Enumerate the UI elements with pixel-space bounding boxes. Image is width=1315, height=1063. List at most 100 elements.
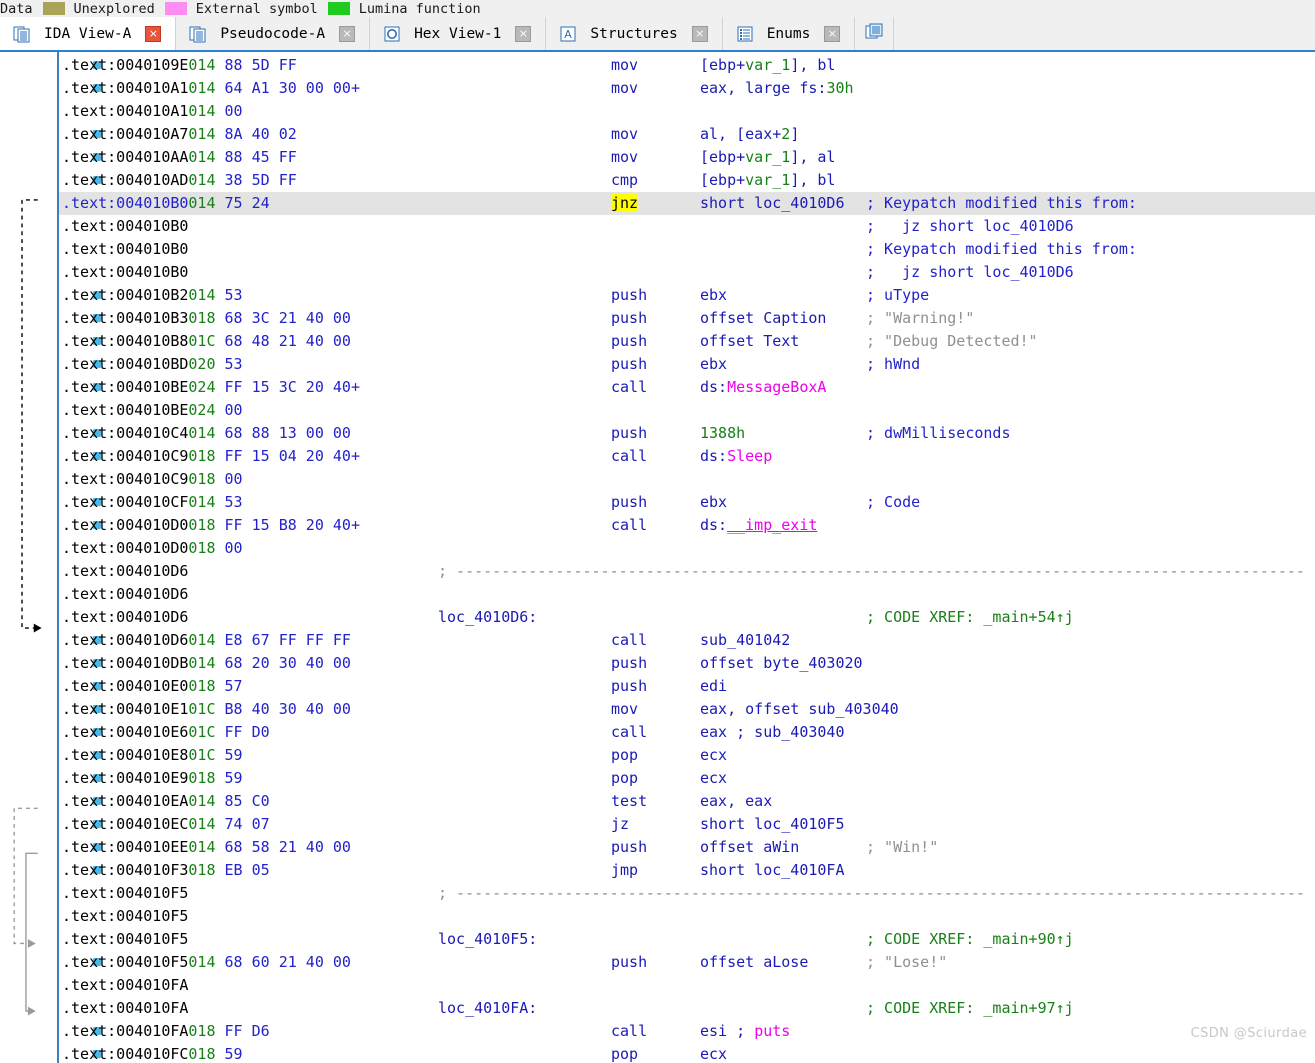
line-operands: ecx	[700, 769, 728, 787]
disassembly-line[interactable]: .text:004010E1 01C B8 40 30 40 00 mov eax, o…	[59, 698, 1315, 721]
line-stack-depth: 01C	[188, 746, 216, 764]
disassembly-line[interactable]: .text:004010BE 024 FF 15 3C 20 40+ call ds:M…	[59, 376, 1315, 399]
tab-structures[interactable]: A Structures ×	[546, 17, 723, 50]
disassembly-line[interactable]: .text:004010B0 ; Keypatch modified this f…	[59, 238, 1315, 261]
line-stack-depth: 018	[188, 1022, 216, 1040]
line-mnemonic: jnz	[611, 194, 639, 212]
line-operands: short loc_4010FA	[700, 861, 845, 879]
line-operands: ebx	[700, 493, 728, 511]
line-mnemonic: push	[611, 654, 648, 672]
tab-enums[interactable]: Enums ×	[722, 17, 856, 50]
close-icon[interactable]: ×	[691, 25, 708, 42]
disassembly-line[interactable]: .text:004010E6 01C FF D0 call eax ; sub_4030…	[59, 721, 1315, 744]
document-pages-icon	[12, 24, 32, 44]
disassembly-line[interactable]: .text:004010EA 014 85 C0 test eax, eax	[59, 790, 1315, 813]
disassembly-line[interactable]: .text:0040109E 014 88 5D FF mov [ebp+var_1],…	[59, 54, 1315, 77]
disassembly-line[interactable]: .text:004010A1 014 00	[59, 100, 1315, 123]
line-address: .text:004010D6	[62, 562, 189, 580]
disassembly-line[interactable]: .text:004010B0 ; jz short loc_4010D6	[59, 215, 1315, 238]
disassembly-line[interactable]: .text:004010BD 020 53 push ebx ; hWnd	[59, 353, 1315, 376]
line-address: .text:004010D6	[62, 585, 189, 603]
disassembly-line[interactable]: .text:004010D6 loc_4010D6: ; CODE XREF: _m…	[59, 606, 1315, 629]
tab-overflow-button[interactable]	[855, 17, 895, 50]
disassembly-line[interactable]: .text:004010E8 01C 59 pop ecx	[59, 744, 1315, 767]
line-stack-depth: 01C	[188, 723, 216, 741]
line-stack-depth: 024	[188, 401, 216, 419]
tab-ida-view-a[interactable]: IDA View-A ×	[0, 17, 177, 50]
line-address: .text:004010E9	[62, 769, 189, 787]
line-address: .text:004010AA	[62, 148, 189, 166]
line-hex-bytes: 59	[224, 769, 243, 787]
disassembly-line[interactable]: .text:004010FA loc_4010FA: ; CODE XREF: _m…	[59, 997, 1315, 1020]
close-icon[interactable]: ×	[824, 25, 841, 42]
disassembly-line[interactable]: .text:004010F5 ; ------------------------…	[59, 882, 1315, 905]
breakpoint-dot-strip[interactable]	[46, 52, 101, 1063]
close-icon[interactable]: ×	[515, 25, 532, 42]
disassembly-line[interactable]: .text:004010F5 loc_4010F5: ; CODE XREF: _m…	[59, 928, 1315, 951]
disassembly-line[interactable]: .text:004010B0 014 75 24 jnz short loc_4010D…	[59, 192, 1315, 215]
disassembly-line[interactable]: .text:004010EE 014 68 58 21 40 00 push offse…	[59, 836, 1315, 859]
line-stack-depth: 014	[188, 815, 216, 833]
disassembly-line[interactable]: .text:004010B3 018 68 3C 21 40 00 push offse…	[59, 307, 1315, 330]
line-stack-depth: 018	[188, 447, 216, 465]
disassembly-line[interactable]: .text:004010CF 014 53 push ebx ; Code	[59, 491, 1315, 514]
line-separator: ; --------------------------------------…	[438, 562, 1305, 580]
disassembly-line[interactable]: .text:004010D6 ; ------------------------…	[59, 560, 1315, 583]
disassembly-line[interactable]: .text:004010B2 014 53 push ebx ; uType	[59, 284, 1315, 307]
line-operands: sub_401042	[700, 631, 791, 649]
line-stack-depth: 018	[188, 539, 216, 557]
disassembly-line[interactable]: .text:004010D0 018 FF 15 B8 20 40+ call ds:_…	[59, 514, 1315, 537]
disassembly-line[interactable]: .text:004010D6 014 E8 67 FF FF FF call sub_4…	[59, 629, 1315, 652]
disassembly-line[interactable]: .text:004010E0 018 57 push edi	[59, 675, 1315, 698]
disassembly-line[interactable]: .text:004010B0 ; jz short loc_4010D6	[59, 261, 1315, 284]
disassembly-line[interactable]: .text:004010FA 018 FF D6 call esi ; puts	[59, 1020, 1315, 1043]
line-stack-depth: 01C	[188, 700, 216, 718]
tab-pseudocode-a[interactable]: Pseudocode-A ×	[176, 17, 371, 50]
disassembly-line[interactable]: .text:004010D6	[59, 583, 1315, 606]
disassembly-line[interactable]: .text:004010F5 014 68 60 21 40 00 push offse…	[59, 951, 1315, 974]
line-operands: ds:MessageBoxA	[700, 378, 827, 396]
line-mnemonic: call	[611, 723, 648, 741]
legend-label-0: Data	[0, 0, 33, 17]
line-address: .text:004010A1	[62, 79, 189, 97]
disassembly-line[interactable]: .text:004010C9 018 FF 15 04 20 40+ call ds:S…	[59, 445, 1315, 468]
legend-swatch-1	[42, 2, 65, 15]
disassembly-line[interactable]: .text:004010FC 018 59 pop ecx	[59, 1043, 1315, 1063]
close-icon[interactable]: ×	[145, 25, 162, 42]
line-hex-bytes: FF 15 3C 20 40+	[224, 378, 360, 396]
disassembly-line[interactable]: .text:004010A7 014 8A 40 02 mov al, [eax+2]	[59, 123, 1315, 146]
tab-label-structures: Structures	[590, 25, 678, 42]
close-icon[interactable]: ×	[339, 25, 356, 42]
tab-label-hex-view-1: Hex View-1	[414, 25, 502, 42]
disassembly-line[interactable]: .text:004010F3 018 EB 05 jmp short loc_4010F…	[59, 859, 1315, 882]
disassembly-line[interactable]: .text:004010BE 024 00	[59, 399, 1315, 422]
line-address: .text:004010E8	[62, 746, 189, 764]
view-tab-bar[interactable]: IDA View-A × Pseudocode-A × Hex View-1 × A Stru…	[0, 17, 1315, 52]
disassembly-line[interactable]: .text:004010AD 014 38 5D FF cmp [ebp+var_1],…	[59, 169, 1315, 192]
disassembly-line[interactable]: .text:004010B8 01C 68 48 21 40 00 push offse…	[59, 330, 1315, 353]
disassembly-line[interactable]: .text:004010C9 018 00	[59, 468, 1315, 491]
line-stack-depth: 014	[188, 171, 216, 189]
line-stack-depth: 018	[188, 309, 216, 327]
line-stack-depth: 018	[188, 1045, 216, 1063]
disassembly-line[interactable]: .text:004010EC 014 74 07 jz short loc_4010F5	[59, 813, 1315, 836]
line-stack-depth: 014	[188, 194, 216, 212]
disassembly-line[interactable]: .text:004010D0 018 00	[59, 537, 1315, 560]
disassembly-line[interactable]: .text:004010E9 018 59 pop ecx	[59, 767, 1315, 790]
disassembly-line[interactable]: .text:004010FA	[59, 974, 1315, 997]
line-hex-bytes: 59	[224, 746, 243, 764]
disassembly-line[interactable]: .text:004010AA 014 88 45 FF mov [ebp+var_1],…	[59, 146, 1315, 169]
ida-view-a-disassembly-pane[interactable]: .text:0040109E 014 88 5D FF mov [ebp+var_1],…	[0, 52, 1315, 1063]
disassembly-line[interactable]: .text:004010A1 014 64 A1 30 00 00+ mov eax, …	[59, 77, 1315, 100]
line-address: .text:004010FA	[62, 999, 189, 1017]
line-comment: ; "Debug Detected!"	[866, 332, 1038, 350]
document-pages-icon	[188, 24, 208, 44]
line-address: .text:004010D0	[62, 539, 189, 557]
disassembly-line[interactable]: .text:004010F5	[59, 905, 1315, 928]
tab-hex-view-1[interactable]: Hex View-1 ×	[370, 17, 547, 50]
disassembly-line[interactable]: .text:004010DB 014 68 20 30 40 00 push offse…	[59, 652, 1315, 675]
line-label: loc_4010FA:	[438, 999, 538, 1017]
line-address: .text:004010DB	[62, 654, 189, 672]
line-mnemonic: test	[611, 792, 648, 810]
disassembly-line[interactable]: .text:004010C4 014 68 88 13 00 00 push 1388h…	[59, 422, 1315, 445]
